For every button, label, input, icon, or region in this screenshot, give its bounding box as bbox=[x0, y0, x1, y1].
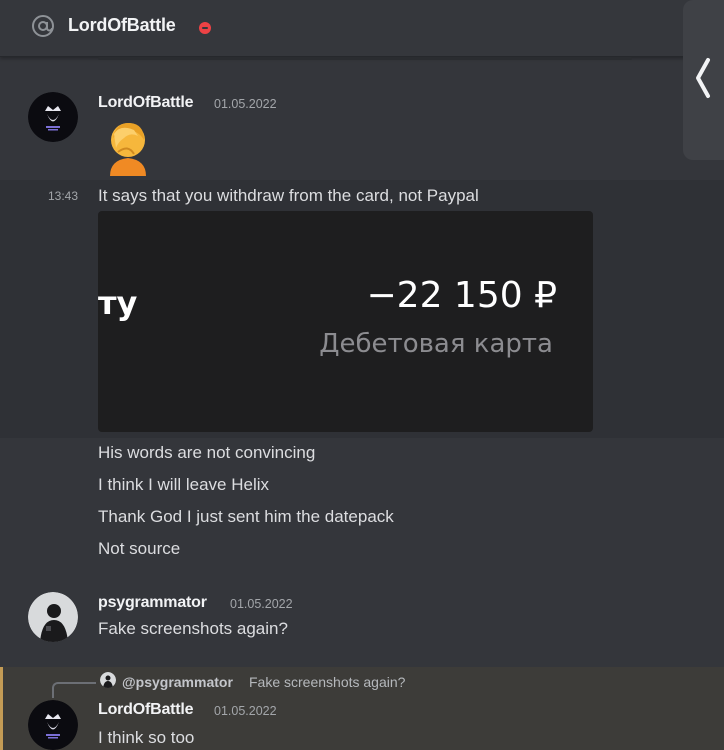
dnd-status-icon bbox=[199, 22, 211, 34]
face-palm-emoji bbox=[110, 122, 146, 176]
attachment-amount: −22 150 ₽ bbox=[366, 275, 557, 316]
at-icon bbox=[32, 15, 54, 37]
message-date: 01.05.2022 bbox=[230, 597, 293, 611]
message-text: I think so too bbox=[98, 728, 195, 747]
message-date: 01.05.2022 bbox=[214, 704, 277, 718]
reply-username[interactable]: @psygrammator bbox=[122, 674, 233, 690]
message-text: His words are not convincing bbox=[98, 443, 316, 462]
username[interactable]: LordOfBattle bbox=[98, 701, 194, 719]
image-attachment[interactable]: ту −22 150 ₽ Дебетовая карта bbox=[98, 211, 593, 432]
reply-avatar[interactable] bbox=[100, 672, 116, 688]
username[interactable]: psygrammator bbox=[98, 594, 207, 612]
reply-preview-text[interactable]: Fake screenshots again? bbox=[249, 674, 405, 690]
message-time: 13:43 bbox=[48, 189, 79, 203]
channel-title[interactable]: LordOfBattle bbox=[68, 15, 176, 36]
message-text: Thank God I just sent him the datepack bbox=[98, 507, 394, 526]
message-text: Not source bbox=[98, 539, 181, 558]
top-divider bbox=[98, 57, 632, 60]
avatar[interactable] bbox=[28, 700, 78, 750]
channel-header: LordOfBattle bbox=[0, 0, 724, 57]
attachment-description: Дебетовая карта bbox=[319, 329, 553, 359]
avatar[interactable] bbox=[28, 92, 78, 142]
avatar[interactable] bbox=[28, 592, 78, 642]
reply-spine bbox=[52, 682, 96, 698]
message-text: I think I will leave Helix bbox=[98, 475, 270, 494]
message-text: Fake screenshots again? bbox=[98, 619, 288, 638]
chevron-left-icon[interactable] bbox=[693, 56, 713, 100]
attachment-partial-text: ту bbox=[98, 284, 138, 322]
message-text: It says that you withdraw from the card,… bbox=[98, 186, 479, 205]
message-date: 01.05.2022 bbox=[214, 97, 277, 111]
username[interactable]: LordOfBattle bbox=[98, 94, 194, 112]
